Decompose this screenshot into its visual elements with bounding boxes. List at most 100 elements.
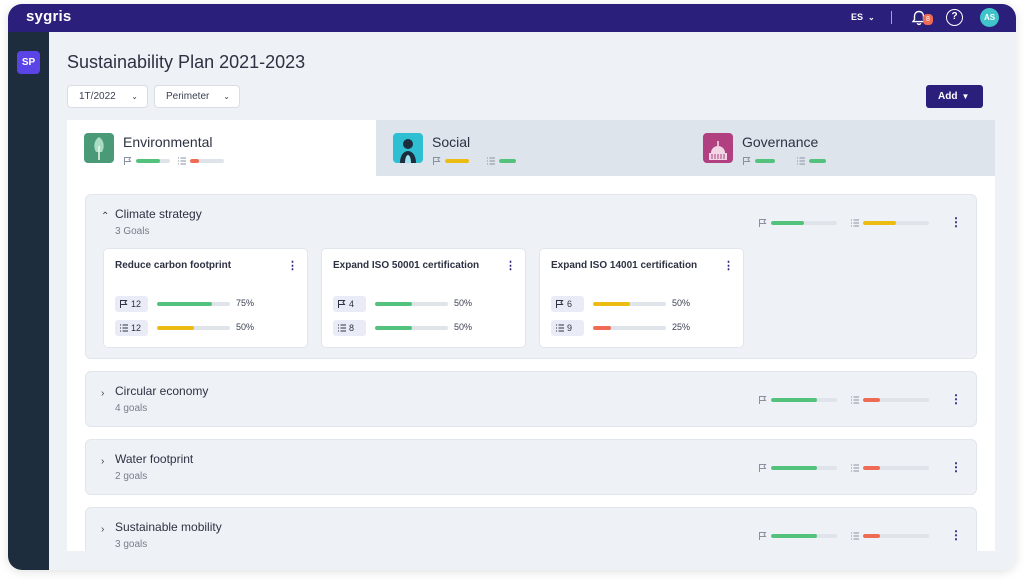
group-name: Climate strategy bbox=[115, 207, 202, 221]
notification-badge: 8 bbox=[923, 14, 933, 25]
chevron-down-icon: ⌄ bbox=[131, 92, 138, 101]
goal-name: Expand ISO 14001 certification bbox=[551, 260, 698, 271]
goal-group[interactable]: › Circular economy 4 goals ⋮ bbox=[85, 371, 977, 427]
progress-fill bbox=[809, 159, 826, 163]
more-options-icon[interactable]: ⋮ bbox=[950, 528, 962, 542]
list-icon bbox=[851, 396, 859, 404]
tab-social[interactable]: Social bbox=[376, 120, 686, 176]
progress-bar bbox=[863, 466, 929, 470]
period-value: 1T/2022 bbox=[79, 91, 116, 102]
avatar[interactable]: AS bbox=[980, 8, 999, 27]
more-options-icon[interactable]: ⋮ bbox=[950, 215, 962, 229]
app-window: sygris ES ⌄ 8 ? AS SP Sustainability Plan… bbox=[8, 4, 1016, 570]
language-selector[interactable]: ES ⌄ bbox=[851, 12, 875, 22]
chevron-down-icon: ⌄ bbox=[868, 13, 875, 22]
flag-icon bbox=[338, 300, 346, 308]
flag-icon bbox=[759, 532, 767, 540]
actions-percent: 50% bbox=[236, 322, 255, 332]
list-icon bbox=[851, 219, 859, 227]
more-options-icon[interactable]: ⋮ bbox=[950, 392, 962, 406]
help-icon[interactable]: ? bbox=[946, 9, 963, 26]
flag-icon bbox=[743, 157, 751, 165]
flag-icon bbox=[124, 157, 132, 165]
list-icon bbox=[797, 157, 805, 165]
sidebar-item-plan[interactable]: SP bbox=[17, 51, 40, 74]
more-options-icon[interactable]: ⋮ bbox=[287, 259, 298, 272]
progress-bar bbox=[755, 159, 789, 163]
actions-percent: 25% bbox=[672, 322, 691, 332]
list-icon bbox=[851, 532, 859, 540]
flag-icon bbox=[556, 300, 564, 308]
caret-down-icon: ▼ bbox=[961, 92, 970, 101]
tab-label: Governance bbox=[742, 134, 819, 150]
chevron-up-icon[interactable]: ⌃ bbox=[101, 211, 109, 222]
progress-bar bbox=[863, 221, 929, 225]
list-icon bbox=[178, 157, 186, 165]
goals-count: 6 bbox=[567, 299, 573, 309]
progress-bar bbox=[190, 159, 224, 163]
actions-chip: 8 bbox=[333, 320, 366, 336]
period-dropdown[interactable]: 1T/2022 ⌄ bbox=[67, 85, 148, 108]
progress-bar bbox=[593, 326, 666, 330]
chevron-right-icon[interactable]: › bbox=[101, 456, 104, 467]
group-count: 2 goals bbox=[115, 471, 148, 482]
progress-fill bbox=[863, 534, 880, 538]
language-label: ES bbox=[851, 12, 864, 22]
sidebar: SP bbox=[8, 32, 49, 570]
chevron-right-icon[interactable]: › bbox=[101, 388, 104, 399]
actions-percent: 50% bbox=[454, 322, 473, 332]
progress-fill bbox=[157, 326, 194, 330]
goal-name: Expand ISO 50001 certification bbox=[333, 260, 480, 271]
progress-fill bbox=[593, 326, 612, 330]
goal-group[interactable]: › Water footprint 2 goals ⋮ bbox=[85, 439, 977, 495]
add-button[interactable]: Add ▼ bbox=[926, 85, 983, 108]
progress-bar bbox=[863, 534, 929, 538]
actions-count: 9 bbox=[567, 323, 573, 333]
progress-bar bbox=[445, 159, 479, 163]
flag-icon bbox=[120, 300, 128, 308]
progress-bar bbox=[499, 159, 533, 163]
progress-bar bbox=[375, 326, 448, 330]
group-name: Water footprint bbox=[115, 452, 194, 466]
goal-groups-panel: ⌃ Climate strategy 3 Goals ⋮ Reduce carb… bbox=[67, 176, 995, 551]
progress-bar bbox=[375, 302, 448, 306]
progress-bar bbox=[771, 398, 837, 402]
more-options-icon[interactable]: ⋮ bbox=[723, 259, 734, 272]
chevron-right-icon[interactable]: › bbox=[101, 524, 104, 535]
goal-card[interactable]: Expand ISO 50001 certification ⋮ 4 50% 8… bbox=[321, 248, 526, 348]
tab-environmental[interactable]: Environmental bbox=[67, 120, 376, 176]
goal-group[interactable]: › Sustainable mobility 3 goals ⋮ bbox=[85, 507, 977, 551]
top-bar: sygris ES ⌄ 8 ? AS bbox=[8, 4, 1016, 32]
list-icon bbox=[851, 464, 859, 472]
group-name: Circular economy bbox=[115, 384, 209, 398]
app-logo[interactable]: sygris bbox=[26, 8, 71, 25]
capitol-icon bbox=[703, 133, 733, 163]
progress-fill bbox=[863, 398, 880, 402]
more-options-icon[interactable]: ⋮ bbox=[505, 259, 516, 272]
goals-percent: 50% bbox=[672, 298, 691, 308]
goal-card[interactable]: Expand ISO 14001 certification ⋮ 6 50% 9… bbox=[539, 248, 744, 348]
progress-fill bbox=[157, 302, 212, 306]
progress-fill bbox=[771, 221, 804, 225]
tab-label: Environmental bbox=[123, 134, 213, 150]
actions-count: 12 bbox=[131, 323, 142, 333]
group-count: 3 Goals bbox=[115, 226, 150, 237]
progress-fill bbox=[863, 221, 896, 225]
perimeter-dropdown[interactable]: Perimeter ⌄ bbox=[154, 85, 240, 108]
progress-bar bbox=[771, 466, 837, 470]
flag-icon bbox=[759, 396, 767, 404]
goal-group[interactable]: ⌃ Climate strategy 3 Goals ⋮ Reduce carb… bbox=[85, 194, 977, 359]
tab-governance[interactable]: Governance bbox=[686, 120, 995, 176]
perimeter-value: Perimeter bbox=[166, 91, 210, 102]
more-options-icon[interactable]: ⋮ bbox=[950, 460, 962, 474]
progress-fill bbox=[499, 159, 516, 163]
goals-percent: 75% bbox=[236, 298, 255, 308]
page-title: Sustainability Plan 2021-2023 bbox=[67, 52, 306, 72]
progress-fill bbox=[375, 326, 412, 330]
progress-bar bbox=[771, 534, 837, 538]
progress-bar bbox=[157, 326, 230, 330]
list-icon bbox=[556, 324, 564, 332]
goal-card[interactable]: Reduce carbon footprint ⋮ 12 75% 12 50% bbox=[103, 248, 308, 348]
actions-count: 8 bbox=[349, 323, 355, 333]
chevron-down-icon: ⌄ bbox=[223, 92, 230, 101]
